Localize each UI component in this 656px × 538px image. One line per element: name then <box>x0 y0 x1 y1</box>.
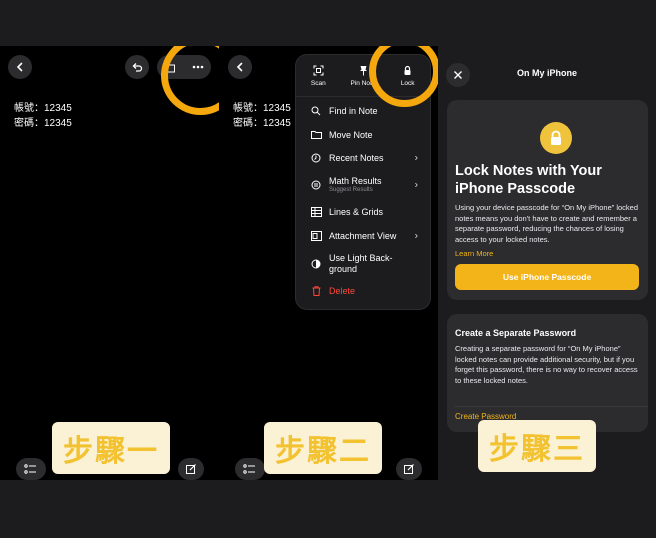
compose-button[interactable] <box>178 458 204 480</box>
highlight-ring-more <box>161 46 219 115</box>
menu-item-sublabel: Suggest Results <box>329 187 373 193</box>
compose-button[interactable] <box>396 458 422 480</box>
menu-item-label: Math Results <box>329 176 382 186</box>
grid-icon <box>310 206 322 218</box>
contrast-icon <box>310 258 322 270</box>
menu-item-label: Move Note <box>329 129 373 140</box>
menu-item-label: Use Light Back- <box>329 252 393 263</box>
menu-item-delete[interactable]: Delete <box>296 280 430 302</box>
menu-item-text: Math Results Suggest Results <box>329 176 382 193</box>
note-password-line: 密碼：12345 <box>14 118 72 129</box>
back-button[interactable] <box>8 55 32 79</box>
menu-item-label: Delete <box>329 286 356 296</box>
lock-sheet-header: On My iPhone <box>438 46 656 90</box>
card2-title: Create a Separate Password <box>455 328 577 338</box>
step-two-label: 步驟二 <box>264 422 382 474</box>
undo-icon <box>132 63 143 72</box>
folder-icon <box>310 129 322 141</box>
panel-step-one: 帳號：12345 密碼：12345 步驟一 <box>0 46 219 480</box>
clock-icon <box>310 152 322 164</box>
passcode-card: Lock Notes with Your iPhone Passcode Usi… <box>447 100 648 300</box>
compose-icon <box>404 464 414 474</box>
note-password-line: 密碼：12345 <box>233 118 291 129</box>
chevron-right-icon: › <box>414 152 418 163</box>
step-three-label: 步驟三 <box>478 420 596 472</box>
pin-icon <box>359 65 367 75</box>
panel-step-two: 帳號：12345 密碼：12345 Scan Pin Note Lock Fin… <box>219 46 438 480</box>
sheet-title: On My iPhone <box>516 68 577 78</box>
menu-item-label: Attachment View <box>329 230 397 241</box>
menu-item-recent-notes[interactable]: Recent Notes › <box>296 146 430 169</box>
card-body: Using your device passcode for “On My iP… <box>455 203 639 244</box>
attachment-icon <box>310 230 322 242</box>
menu-item-light-background[interactable]: Use Light Back- ground <box>296 247 430 280</box>
use-iphone-passcode-button[interactable]: Use iPhone Passcode <box>455 264 639 290</box>
learn-more-link[interactable]: Learn More <box>455 249 493 258</box>
chevron-left-icon <box>236 62 243 72</box>
chevron-right-icon: › <box>414 179 418 190</box>
card-title-line-2: iPhone Passcode <box>455 181 576 197</box>
menu-item-math-results[interactable]: Math Results Suggest Results › <box>296 169 430 200</box>
menu-item-label: Lines & Grids <box>329 207 384 217</box>
trash-icon <box>310 285 322 297</box>
bottom-bar <box>0 480 656 538</box>
back-button[interactable] <box>228 55 252 79</box>
menu-item-move-note[interactable]: Move Note <box>296 123 430 146</box>
step-one-label: 步驟一 <box>52 422 170 474</box>
checklist-button[interactable] <box>16 458 46 480</box>
math-icon <box>310 179 322 191</box>
lock-icon <box>540 122 572 154</box>
menu-item-label: Find in Note <box>329 106 378 116</box>
undo-button[interactable] <box>125 55 149 79</box>
chevron-right-icon: › <box>414 230 418 241</box>
separate-password-card: Create a Separate Password Creating a se… <box>447 314 648 432</box>
search-icon <box>310 105 322 117</box>
checklist-button[interactable] <box>235 458 265 480</box>
checklist-icon <box>243 464 255 474</box>
top-bar <box>0 0 656 46</box>
menu-item-text: Use Light Back- ground <box>329 253 393 275</box>
menu-item-label: Recent Notes <box>329 152 384 163</box>
chevron-left-icon <box>16 62 23 72</box>
card2-body: Creating a separate password for “On My … <box>455 344 638 385</box>
divider <box>455 406 648 407</box>
note-content[interactable]: 帳號：12345 密碼：12345 <box>14 101 72 131</box>
note-account-line: 帳號：12345 <box>14 103 72 114</box>
compose-icon <box>186 464 196 474</box>
menu-item-attachment-view[interactable]: Attachment View › <box>296 224 430 247</box>
card-title: Lock Notes with Your iPhone Passcode <box>455 162 645 198</box>
menu-item-lines-grids[interactable]: Lines & Grids <box>296 200 430 224</box>
panel-step-three: On My iPhone Lock Notes with Your iPhone… <box>438 46 656 480</box>
menu-item-label-line2: ground <box>329 263 358 274</box>
scan-icon <box>313 65 324 75</box>
menu-scan-label: Scan <box>310 79 326 87</box>
menu-scan[interactable]: Scan <box>296 55 341 96</box>
note-account-line: 帳號：12345 <box>233 103 291 114</box>
note-content[interactable]: 帳號：12345 密碼：12345 <box>233 101 291 131</box>
checklist-icon <box>24 464 36 474</box>
card-title-line-1: Lock Notes with Your <box>455 163 602 179</box>
